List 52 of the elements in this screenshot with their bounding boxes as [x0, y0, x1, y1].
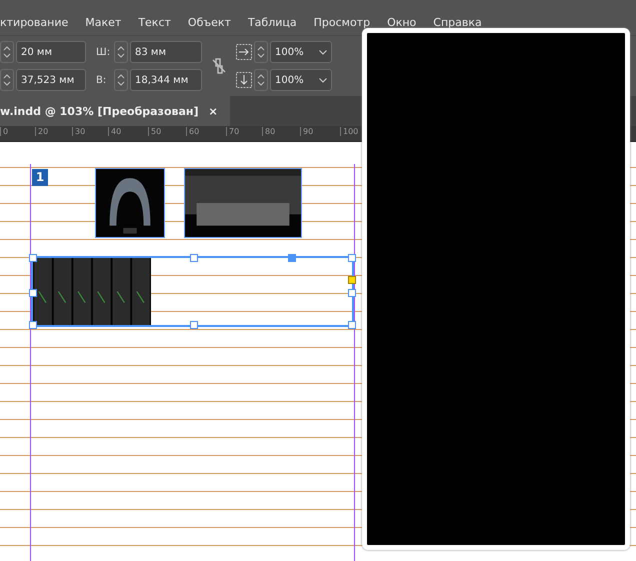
page-number: 1	[32, 169, 48, 186]
resize-handle[interactable]	[29, 254, 37, 262]
menu-item[interactable]: Объект	[188, 16, 231, 29]
reference-point-handle[interactable]	[288, 254, 296, 262]
menu-item[interactable]: Таблица	[248, 16, 297, 29]
ruler-label: 40	[108, 127, 122, 136]
scale-x-dropdown[interactable]: 100%	[270, 41, 332, 63]
resize-handle[interactable]	[190, 321, 198, 329]
ruler-label: 70	[226, 127, 240, 136]
width-field[interactable]: 83 мм	[130, 41, 202, 63]
ruler-label: 90	[300, 127, 314, 136]
spinner-icon[interactable]	[0, 69, 14, 91]
image-frame[interactable]	[95, 168, 165, 238]
document-tab[interactable]: w.indd @ 103% [Преобразован] ×	[0, 96, 230, 126]
x-field[interactable]: 20 мм	[16, 41, 86, 63]
caret-icon	[319, 78, 327, 82]
spinner-icon[interactable]	[114, 69, 128, 91]
resize-handle[interactable]	[29, 321, 37, 329]
ruler-label: 60	[186, 127, 200, 136]
height-field[interactable]: 18,344 мм	[130, 69, 202, 91]
spinner-icon[interactable]	[114, 41, 128, 63]
corner-options-handle[interactable]	[348, 276, 356, 284]
ruler-label: 0	[0, 127, 8, 136]
spinner-icon[interactable]	[0, 41, 14, 63]
spinner-icon[interactable]	[254, 41, 268, 63]
ruler-label: 30	[72, 127, 86, 136]
ruler-label: 80	[262, 127, 276, 136]
height-label: В:	[96, 74, 108, 86]
resize-handle[interactable]	[190, 254, 198, 262]
menu-item[interactable]: ктирование	[0, 16, 68, 29]
chain-link-icon[interactable]	[212, 57, 226, 75]
ruler-label: 20	[35, 127, 48, 136]
caret-icon	[319, 50, 327, 54]
y-field[interactable]: 37,523 мм	[16, 69, 86, 91]
resize-handle[interactable]	[348, 288, 356, 296]
menu-item[interactable]: Справка	[433, 16, 482, 29]
menu-item[interactable]: Макет	[85, 16, 122, 29]
resize-handle[interactable]	[29, 288, 37, 296]
ruler-label: 100	[340, 127, 358, 136]
image-frame[interactable]	[31, 256, 354, 327]
close-icon[interactable]: ×	[208, 104, 218, 118]
ruler-label: 50	[148, 127, 162, 136]
spinner-icon[interactable]	[254, 69, 268, 91]
resize-handle[interactable]	[348, 254, 356, 262]
width-label: Ш:	[96, 46, 112, 58]
scale-vertical-icon	[236, 72, 252, 88]
resize-handle[interactable]	[348, 321, 356, 329]
menu-item[interactable]: Текст	[138, 16, 171, 29]
scale-horizontal-icon	[236, 44, 252, 60]
menu-item[interactable]: Просмотр	[314, 16, 370, 29]
menu-item[interactable]: Окно	[387, 16, 416, 29]
scale-y-dropdown[interactable]: 100%	[270, 69, 332, 91]
